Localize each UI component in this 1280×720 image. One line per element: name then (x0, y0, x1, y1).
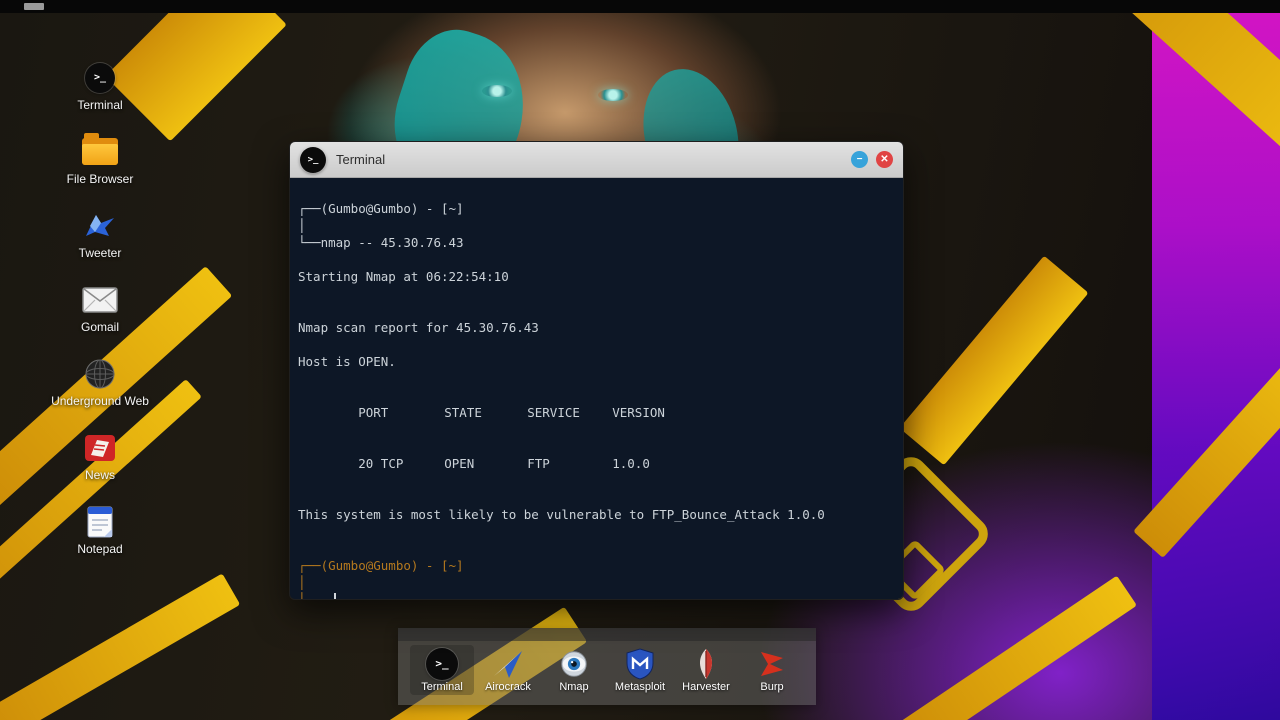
scan-table-header: PORT STATE SERVICE VERSION (298, 387, 895, 438)
wallpaper-beam (899, 255, 1089, 466)
scan-table-cell: 20 TCP (358, 456, 404, 471)
terminal-icon (426, 647, 458, 680)
desktop-icon-terminal[interactable]: Terminal (44, 62, 156, 112)
terminal-prompt-line: │ (298, 575, 306, 590)
desktop-icon-list: Terminal File Browser Tweeter (44, 62, 156, 556)
dock-item-metasploit[interactable]: Metasploit (608, 645, 672, 695)
dock-item-list: Terminal Airocrack (398, 641, 816, 695)
scan-table-row: 20 TCP OPEN FTP 1.0.0 (298, 438, 895, 489)
scan-table-header-cell: VERSION (612, 405, 665, 420)
news-icon (85, 434, 115, 461)
terminal-input-line[interactable]: └── (298, 591, 895, 599)
top-bar (0, 0, 1280, 13)
terminal-prompt-line: ┌──(Gumbo@Gumbo) - [~] (298, 558, 464, 573)
globe-icon (85, 359, 115, 388)
dock-item-label: Nmap (559, 681, 589, 693)
terminal-output-line: Nmap scan report for 45.30.76.43 (298, 320, 539, 335)
dock-item-nmap[interactable]: Nmap (542, 645, 606, 695)
desktop-icon-notepad[interactable]: Notepad (44, 506, 156, 556)
shield-icon (626, 647, 654, 680)
dock-item-harvester[interactable]: Harvester (674, 645, 738, 695)
dock-item-label: Burp (760, 681, 784, 693)
notepad-icon (87, 506, 113, 537)
dock-item-label: Terminal (421, 681, 463, 693)
bird-icon (86, 214, 114, 236)
topbar-indicator[interactable] (24, 3, 44, 10)
dock-handle[interactable] (398, 628, 816, 641)
dock-item-label: Metasploit (614, 681, 666, 693)
feather-icon (699, 648, 713, 679)
desktop-icon-tweeter[interactable]: Tweeter (44, 210, 156, 260)
burp-icon (761, 651, 783, 676)
terminal-prompt-line: ┌──(Gumbo@Gumbo) - [~] (298, 201, 464, 216)
desktop-icon-file-browser[interactable]: File Browser (44, 133, 156, 186)
wallpaper-eye (482, 85, 512, 97)
desktop-icon-label: Terminal (77, 98, 123, 112)
desktop-icon-label: Notepad (77, 542, 123, 556)
dock-item-label: Airocrack (485, 681, 531, 693)
scan-table-header-cell: STATE (444, 405, 482, 420)
scan-table-header-cell: PORT (358, 405, 389, 420)
close-icon: ✕ (880, 153, 889, 165)
desktop-icon-label: News (84, 468, 115, 482)
terminal-prompt-symbol: └── (298, 592, 321, 599)
desktop-icon-underground-web[interactable]: Underground Web (44, 358, 156, 408)
minimize-icon: − (856, 153, 863, 165)
desktop-icon-gomail[interactable]: Gomail (44, 284, 156, 334)
wallpaper-beam (0, 573, 241, 720)
terminal-output-line: Host is OPEN. (298, 354, 396, 369)
terminal-titlebar[interactable]: Terminal − ✕ (290, 142, 903, 178)
window-title: Terminal (336, 152, 386, 167)
terminal-icon (300, 146, 326, 173)
scan-table-cell: 1.0.0 (612, 456, 650, 471)
terminal-cursor (333, 593, 336, 599)
terminal-icon (85, 62, 115, 93)
terminal-command-line: └──nmap -- 45.30.76.43 (298, 235, 464, 250)
airocrack-icon (494, 650, 522, 678)
desktop: Terminal File Browser Tweeter (0, 0, 1280, 720)
dock: Terminal Airocrack (398, 628, 816, 705)
wallpaper-eye (598, 89, 628, 101)
dock-item-terminal[interactable]: Terminal (410, 645, 474, 695)
terminal-body[interactable]: ┌──(Gumbo@Gumbo) - [~] │ └──nmap -- 45.3… (290, 178, 903, 599)
terminal-prompt-line: │ (298, 218, 306, 233)
scan-table-cell: OPEN (444, 456, 475, 471)
desktop-icon-news[interactable]: News (44, 432, 156, 482)
desktop-icon-label: Tweeter (78, 246, 122, 260)
minimize-button[interactable]: − (851, 151, 868, 168)
desktop-icon-label: Underground Web (51, 394, 149, 408)
dock-item-label: Harvester (682, 681, 730, 693)
terminal-output-line: Starting Nmap at 06:22:54:10 (298, 269, 509, 284)
close-button[interactable]: ✕ (876, 151, 893, 168)
eye-icon (561, 650, 587, 677)
terminal-output-line: This system is most likely to be vulnera… (298, 507, 825, 522)
envelope-icon (82, 286, 118, 313)
dock-item-burp[interactable]: Burp (740, 645, 804, 695)
terminal-window: Terminal − ✕ ┌──(Gumbo@Gumbo) - [~] │ └─… (289, 141, 904, 600)
desktop-icon-label: Gomail (80, 320, 119, 334)
window-controls: − ✕ (851, 151, 893, 168)
dock-item-airocrack[interactable]: Airocrack (476, 645, 540, 695)
scan-table-header-cell: SERVICE (527, 405, 580, 420)
desktop-icon-label: File Browser (66, 172, 134, 186)
scan-table-cell: FTP (527, 456, 550, 471)
folder-icon (82, 133, 118, 165)
